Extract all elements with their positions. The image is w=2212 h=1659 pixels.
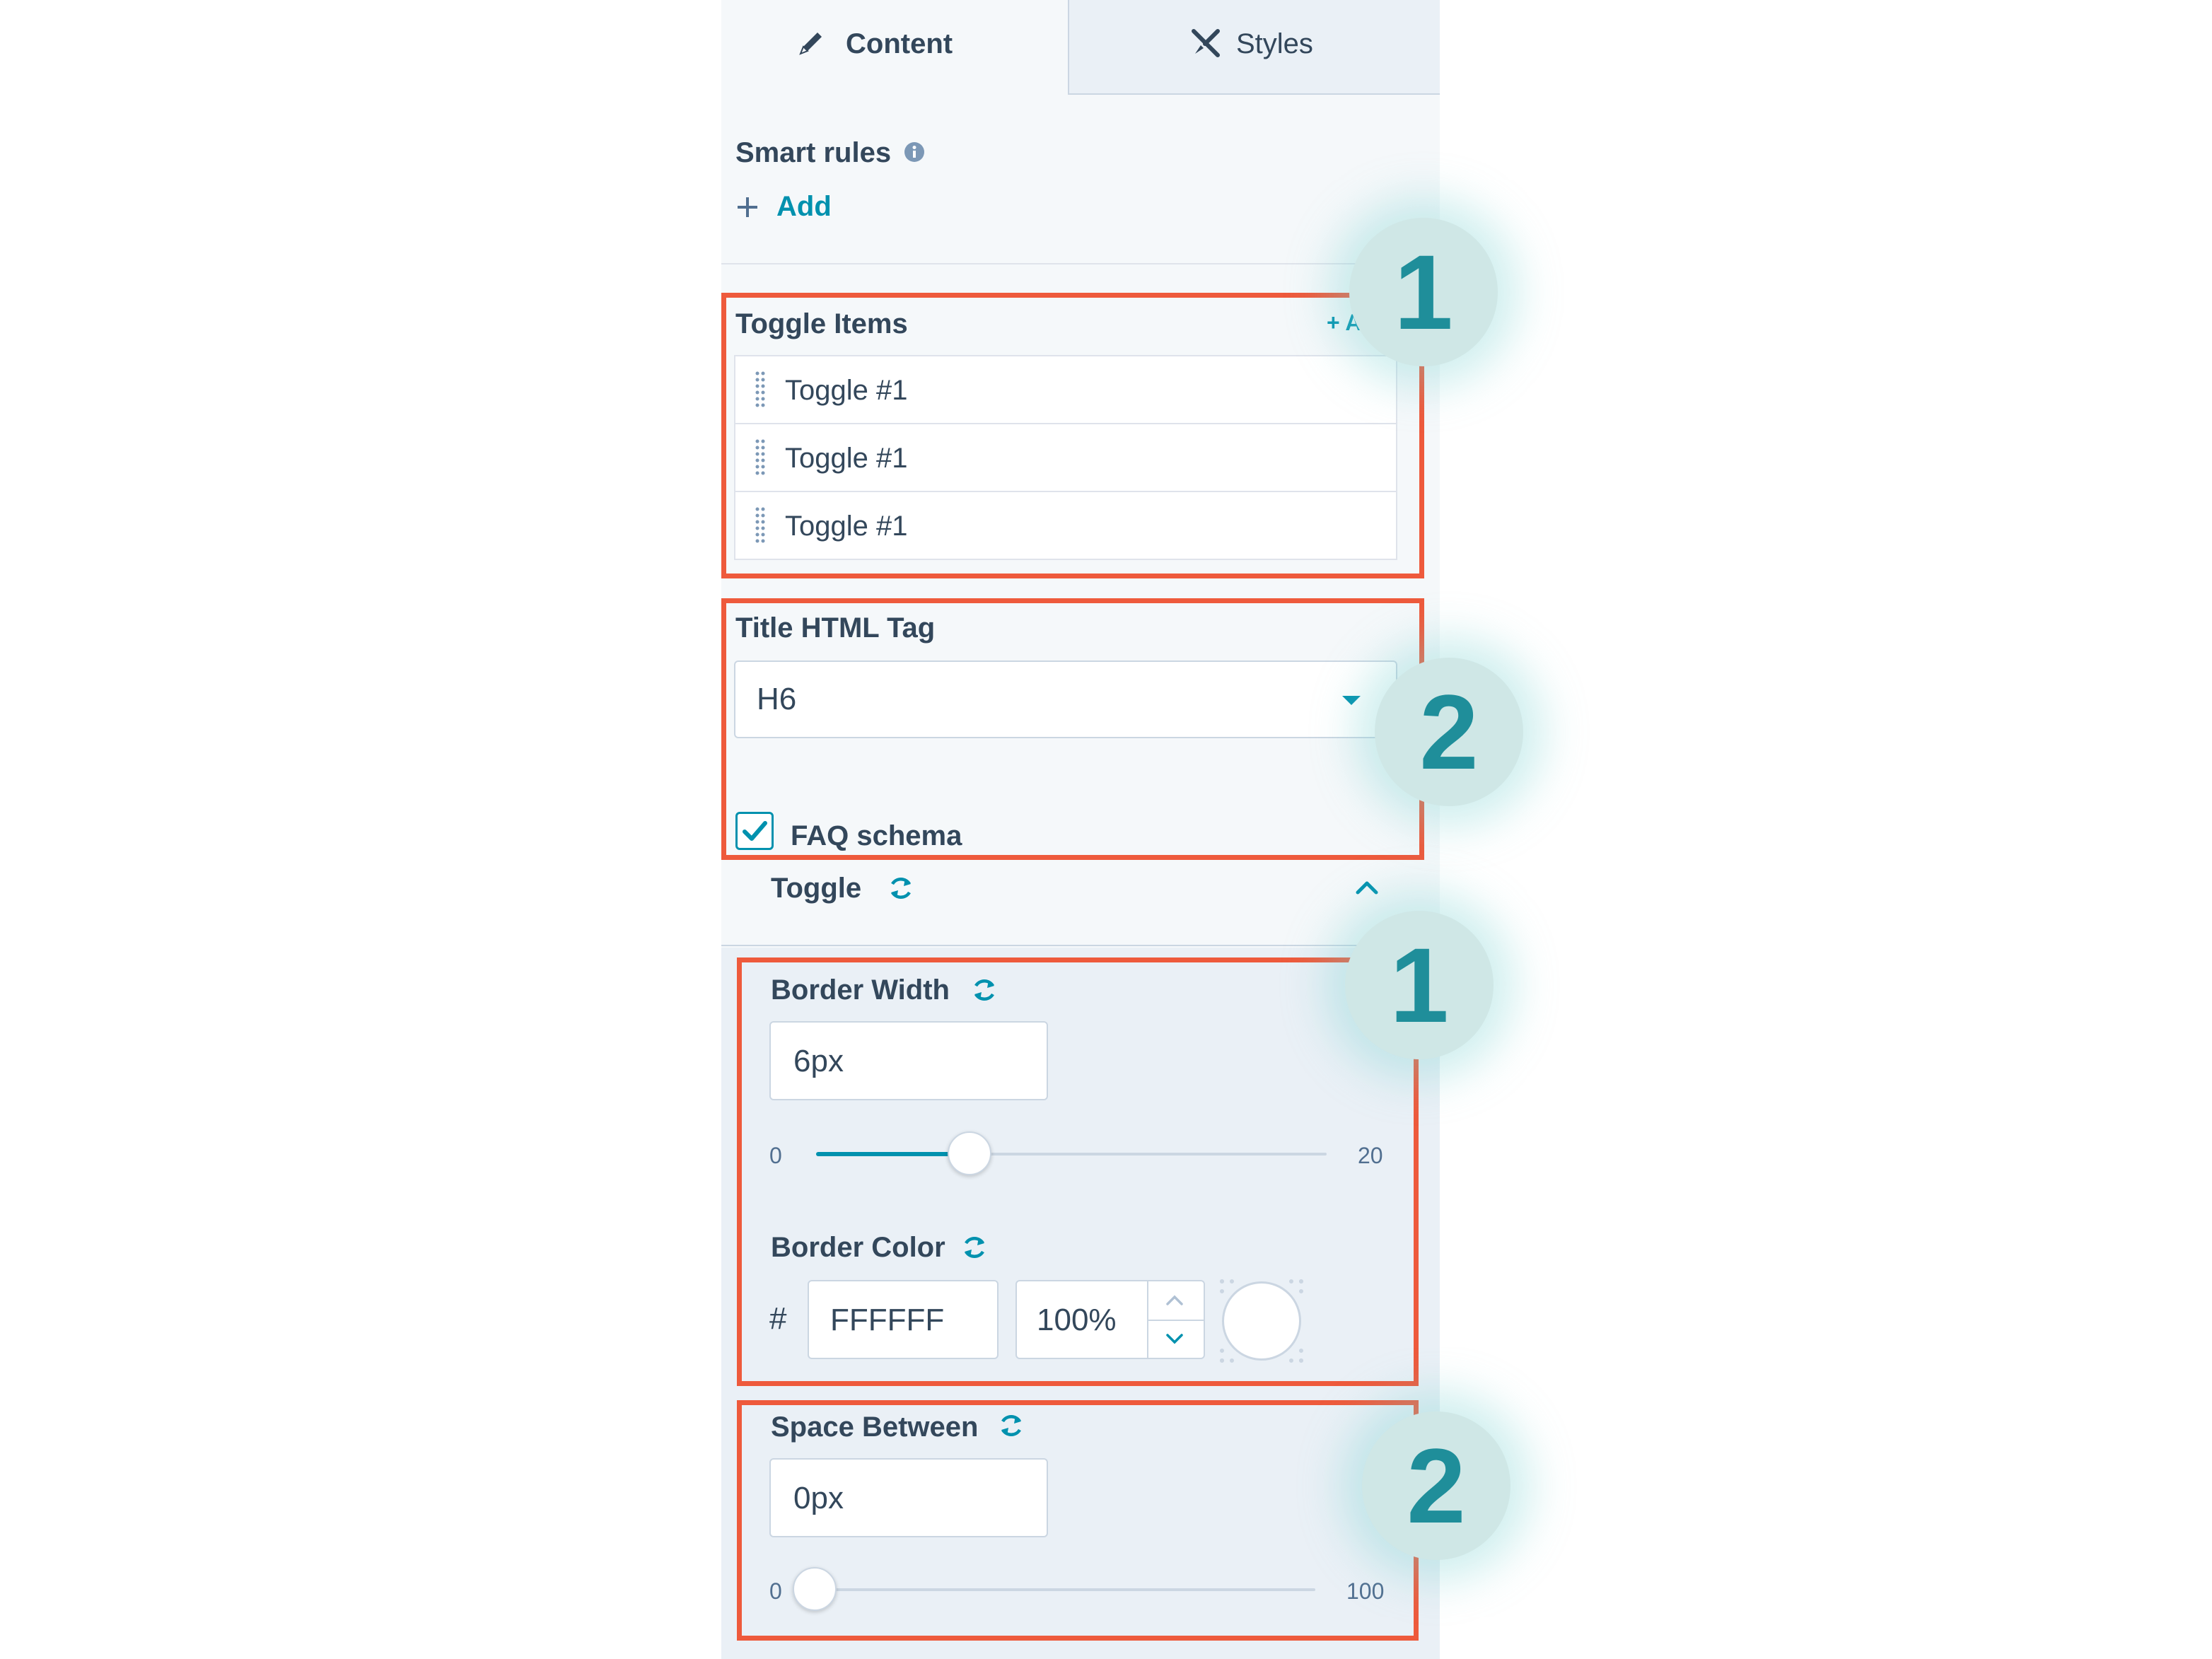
chevron-up-icon[interactable]	[1355, 880, 1379, 895]
toggle-section-header[interactable]: Toggle	[721, 860, 1440, 945]
tab-styles[interactable]: Styles	[1068, 0, 1440, 95]
pencil-icon	[799, 33, 822, 55]
highlight-box	[721, 598, 1424, 860]
tab-content[interactable]: Content	[721, 0, 1068, 95]
brush-icon	[1192, 29, 1220, 57]
divider	[721, 945, 1440, 946]
callout-badge: 2	[1375, 658, 1523, 806]
add-smart-rule-button[interactable]: Add	[735, 191, 834, 225]
tab-styles-label: Styles	[1236, 28, 1313, 59]
toggle-section-label: Toggle	[771, 873, 862, 904]
highlight-box	[737, 1400, 1419, 1641]
smart-rules-label: Smart rules	[735, 137, 892, 168]
plus-icon	[738, 197, 757, 217]
add-smart-rule-label: Add	[776, 191, 832, 222]
divider	[721, 263, 1440, 264]
callout-badge: 1	[1349, 218, 1498, 366]
callout-badge: 2	[1362, 1411, 1510, 1560]
highlight-box	[737, 957, 1419, 1386]
callout-badge: 1	[1345, 911, 1494, 1059]
reset-icon[interactable]	[887, 874, 915, 902]
highlight-box	[721, 293, 1424, 578]
tab-content-label: Content	[846, 28, 953, 59]
info-icon[interactable]	[904, 141, 925, 163]
